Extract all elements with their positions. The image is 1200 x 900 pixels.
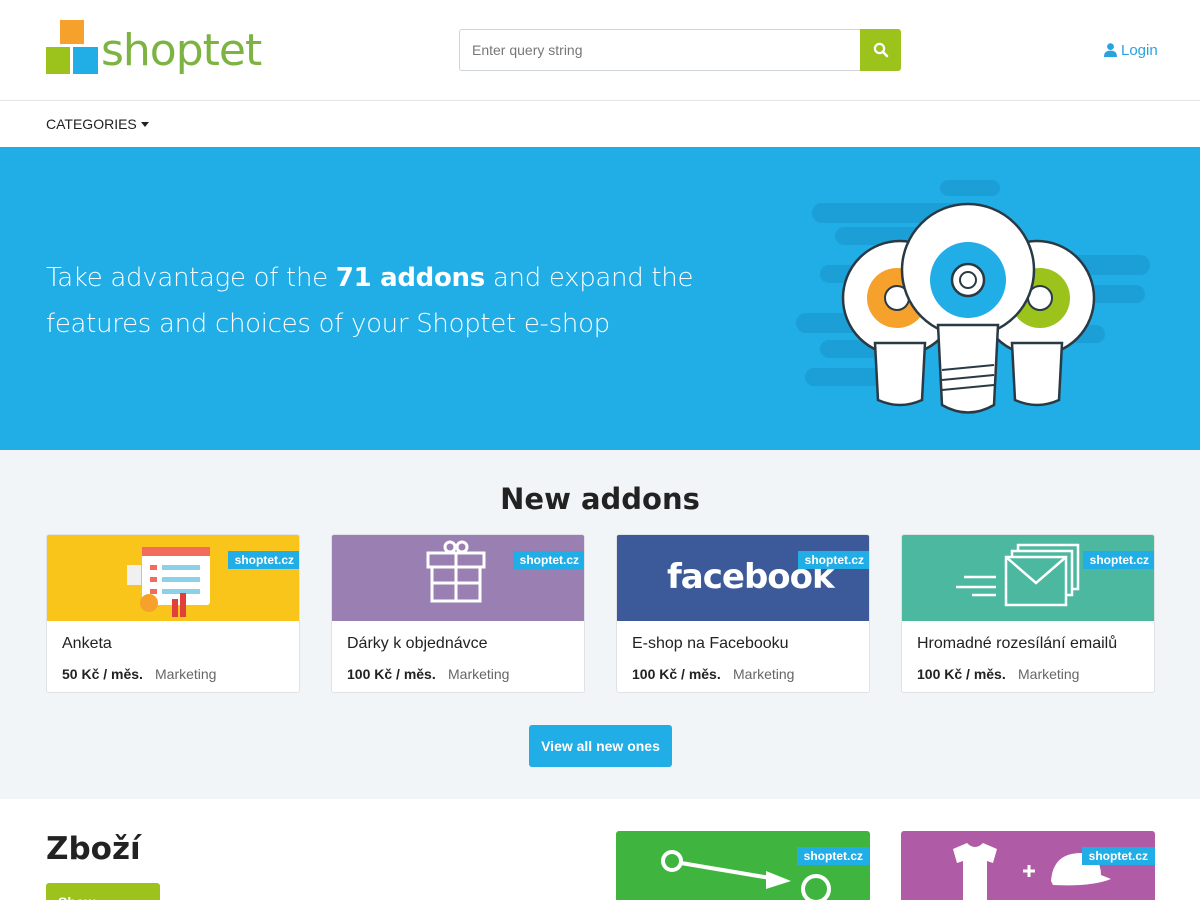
addon-category: Marketing bbox=[733, 666, 795, 682]
addon-price: 100 Kč / měs. bbox=[917, 666, 1006, 682]
user-icon bbox=[1104, 43, 1117, 57]
hero-text-start: Take advantage of the bbox=[46, 263, 336, 293]
survey-illustration bbox=[127, 547, 210, 617]
site-header: shoptet Login bbox=[0, 0, 1200, 101]
gift-icon bbox=[426, 540, 486, 603]
addon-price: 100 Kč / měs. bbox=[347, 666, 436, 682]
addon-card-darky[interactable]: shoptet.cz Dárky k objednávce 100 Kč / m… bbox=[331, 534, 585, 693]
addon-image: shoptet.cz bbox=[902, 535, 1154, 621]
connection-arrow-icon bbox=[661, 850, 831, 900]
caret-down-icon bbox=[140, 121, 149, 127]
new-addons-section: New addons shoptet.cz Anketa 50 Kč / měs… bbox=[0, 450, 1200, 799]
addon-image: shoptet.cz bbox=[47, 535, 299, 621]
addon-name: Hromadné rozesílání emailů bbox=[917, 635, 1118, 652]
login-link[interactable]: Login bbox=[1104, 40, 1158, 60]
shoptet-badge: shoptet.cz bbox=[797, 551, 869, 569]
shoptet-badge: shoptet.cz bbox=[1081, 847, 1155, 865]
hero-headline: Take advantage of the 71 addons and expa… bbox=[46, 255, 766, 347]
category-bar: CATEGORIES bbox=[0, 101, 1200, 147]
hero-banner: Take advantage of the 71 addons and expa… bbox=[0, 147, 1200, 450]
logo-blue-square bbox=[73, 47, 98, 74]
addon-price: 50 Kč / měs. bbox=[62, 666, 143, 682]
hero-addon-count: 71 addons bbox=[335, 263, 485, 293]
categories-dropdown[interactable]: CATEGORIES bbox=[46, 116, 149, 132]
view-all-new-button[interactable]: View all new ones bbox=[529, 725, 672, 767]
logo-orange-square bbox=[60, 20, 84, 44]
addon-price: 100 Kč / měs. bbox=[632, 666, 721, 682]
categories-label: CATEGORIES bbox=[46, 116, 137, 132]
addon-image: shoptet.cz bbox=[332, 535, 584, 621]
addon-card-hromadne-emaily[interactable]: shoptet.cz Hromadné rozesílání emailů 10… bbox=[901, 534, 1155, 693]
search-form bbox=[459, 29, 901, 71]
tshirt-cap-icon bbox=[953, 843, 1111, 900]
envelope-icon bbox=[956, 543, 1080, 607]
shoptet-badge: shoptet.cz bbox=[512, 551, 584, 569]
logo-text: shoptet bbox=[101, 25, 262, 76]
lightbulbs-gears-illustration bbox=[796, 180, 1150, 414]
addon-name: Dárky k objednávce bbox=[347, 635, 488, 652]
addon-category: Marketing bbox=[155, 666, 217, 682]
addon-name: E-shop na Facebooku bbox=[632, 635, 789, 652]
shoptet-badge: shoptet.cz bbox=[796, 847, 870, 865]
addon-card-anketa[interactable]: shoptet.cz Anketa 50 Kč / měs. Marketing bbox=[46, 534, 300, 693]
shoptet-badge: shoptet.cz bbox=[1082, 551, 1154, 569]
search-button[interactable] bbox=[860, 29, 901, 71]
addon-category: Marketing bbox=[1018, 666, 1080, 682]
addon-card-zbozi-2[interactable]: shoptet.cz bbox=[901, 831, 1155, 900]
addon-category: Marketing bbox=[448, 666, 510, 682]
search-icon bbox=[873, 42, 888, 58]
shoptet-logo[interactable]: shoptet bbox=[46, 20, 262, 82]
show-addons-button[interactable]: Show addons bbox=[46, 883, 160, 900]
addon-name: Anketa bbox=[62, 635, 112, 652]
login-label: Login bbox=[1121, 41, 1158, 59]
search-input[interactable] bbox=[459, 29, 861, 71]
shoptet-badge: shoptet.cz bbox=[227, 551, 299, 569]
addon-image: facebook shoptet.cz bbox=[617, 535, 869, 621]
addon-card-zbozi-1[interactable]: shoptet.cz bbox=[616, 831, 870, 900]
new-addons-title: New addons bbox=[500, 482, 700, 516]
addon-card-facebook[interactable]: facebook shoptet.cz E-shop na Facebooku … bbox=[616, 534, 870, 693]
zbozi-title: Zboží bbox=[46, 831, 141, 867]
logo-green-square bbox=[46, 47, 70, 74]
